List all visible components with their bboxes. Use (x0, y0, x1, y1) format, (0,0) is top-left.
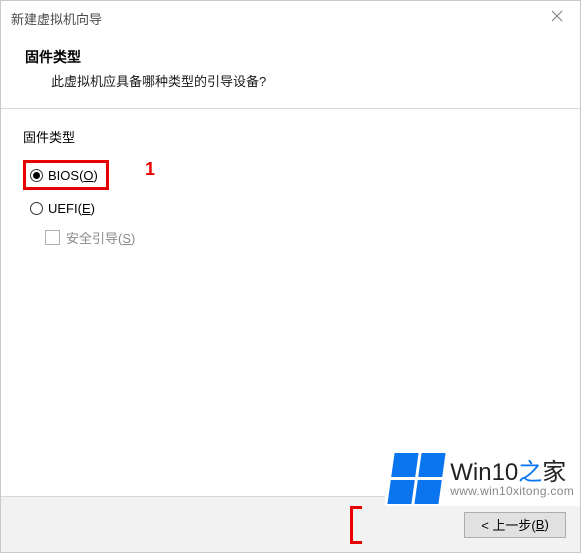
radio-bios[interactable]: BIOS(O) (30, 163, 98, 187)
titlebar: 新建虚拟机向导 (1, 1, 580, 35)
window-title: 新建虚拟机向导 (11, 9, 102, 28)
radio-icon (30, 169, 43, 182)
back-button[interactable]: < 上一步(B) (464, 512, 566, 538)
close-icon (551, 10, 563, 22)
group-label-firmware: 固件类型 (23, 127, 558, 146)
watermark-text: Win10之家 www.win10xitong.com (450, 460, 574, 498)
secure-boot-label: 安全引导(S) (66, 228, 135, 247)
highlight-box-1: BIOS(O) (23, 160, 109, 190)
wizard-header: 固件类型 此虚拟机应具备哪种类型的引导设备? (1, 35, 580, 109)
checkbox-icon (45, 230, 60, 245)
wizard-body: 固件类型 BIOS(O) UEFI(E) 安全引导(S) (1, 109, 580, 265)
annotation-marker-1: 1 (145, 159, 155, 180)
close-button[interactable] (534, 1, 580, 31)
watermark-url: www.win10xitong.com (450, 485, 574, 498)
watermark: Win10之家 www.win10xitong.com (385, 449, 580, 506)
radio-uefi[interactable]: UEFI(E) (23, 196, 558, 220)
page-title: 固件类型 (25, 47, 556, 67)
highlight-box-2 (350, 506, 362, 544)
wizard-window: 新建虚拟机向导 固件类型 此虚拟机应具备哪种类型的引导设备? 固件类型 BIOS… (0, 0, 581, 553)
windows-logo-icon (388, 453, 446, 504)
checkbox-secure-boot: 安全引导(S) (23, 228, 558, 247)
radio-uefi-label: UEFI(E) (48, 201, 95, 216)
page-subtitle: 此虚拟机应具备哪种类型的引导设备? (25, 71, 556, 90)
radio-bios-label: BIOS(O) (48, 168, 98, 183)
radio-icon (30, 202, 43, 215)
